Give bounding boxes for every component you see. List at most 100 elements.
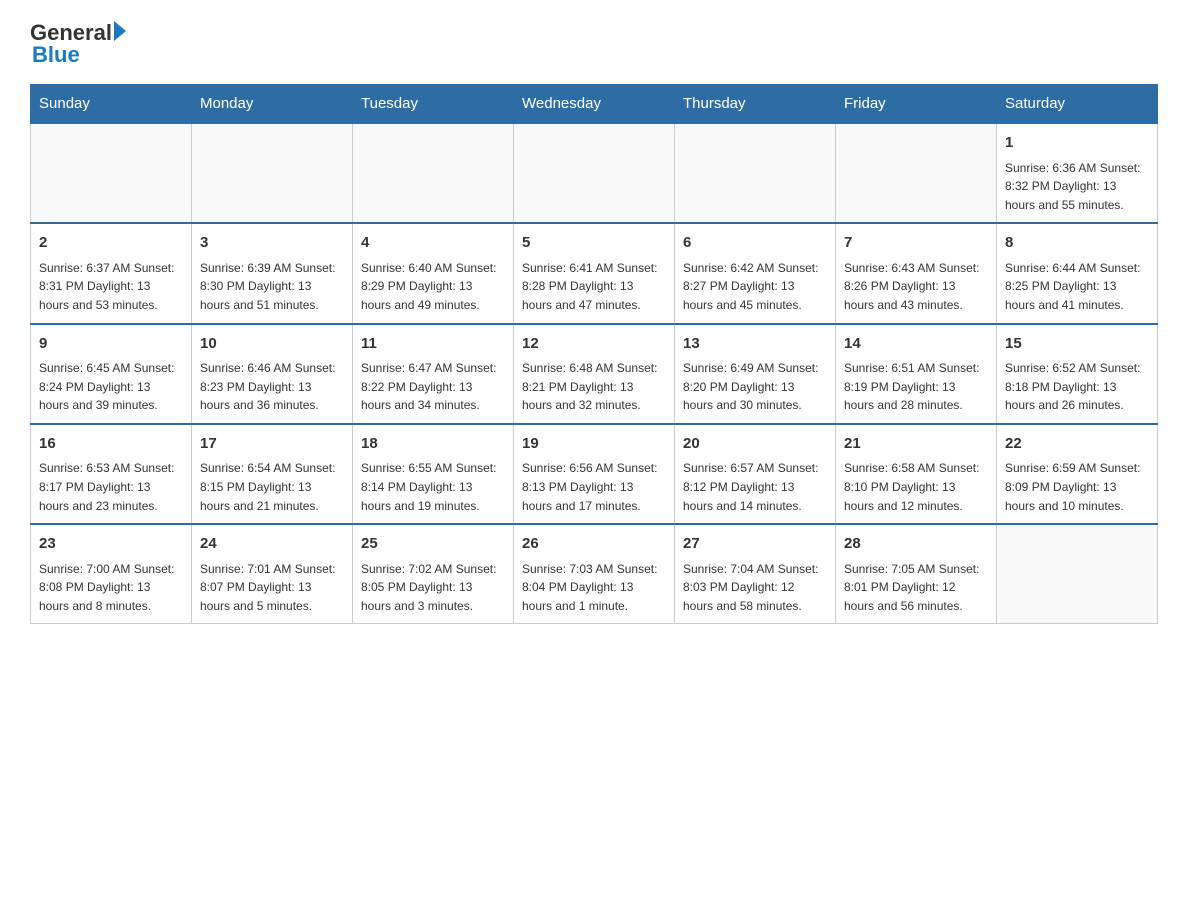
calendar-cell: 20 Sunrise: 6:57 AM Sunset: 8:12 PM Dayli… (675, 424, 836, 524)
day-number: 1 (1005, 132, 1149, 155)
calendar-cell: 5 Sunrise: 6:41 AM Sunset: 8:28 PM Daylig… (514, 223, 675, 323)
day-info: Sunrise: 6:54 AM Sunset: 8:15 PM Dayligh… (200, 459, 344, 515)
calendar-cell: 4 Sunrise: 6:40 AM Sunset: 8:29 PM Daylig… (353, 223, 514, 323)
logo-blue: Blue (32, 42, 80, 68)
day-info: Sunrise: 6:37 AM Sunset: 8:31 PM Dayligh… (39, 259, 183, 315)
day-of-week-header: Tuesday (353, 85, 514, 124)
day-info: Sunrise: 6:43 AM Sunset: 8:26 PM Dayligh… (844, 259, 988, 315)
day-info: Sunrise: 6:52 AM Sunset: 8:18 PM Dayligh… (1005, 359, 1149, 415)
calendar-cell (192, 123, 353, 223)
logo-arrow-icon (114, 21, 126, 41)
calendar-cell: 8 Sunrise: 6:44 AM Sunset: 8:25 PM Daylig… (997, 223, 1158, 323)
day-number: 25 (361, 533, 505, 556)
day-number: 20 (683, 433, 827, 456)
day-of-week-header: Friday (836, 85, 997, 124)
calendar-cell: 14Sunrise: 6:51 AM Sunset: 8:19 PM Dayli… (836, 324, 997, 424)
calendar-cell: 26Sunrise: 7:03 AM Sunset: 8:04 PM Dayli… (514, 524, 675, 624)
day-info: Sunrise: 6:41 AM Sunset: 8:28 PM Dayligh… (522, 259, 666, 315)
calendar-cell (675, 123, 836, 223)
day-number: 10 (200, 333, 344, 356)
day-of-week-header: Wednesday (514, 85, 675, 124)
day-number: 13 (683, 333, 827, 356)
day-number: 27 (683, 533, 827, 556)
calendar-cell: 10 Sunrise: 6:46 AM Sunset: 8:23 PM Dayli… (192, 324, 353, 424)
calendar-cell (353, 123, 514, 223)
calendar-cell: 3 Sunrise: 6:39 AM Sunset: 8:30 PM Daylig… (192, 223, 353, 323)
calendar-cell: 27 Sunrise: 7:04 AM Sunset: 8:03 PM Dayli… (675, 524, 836, 624)
day-info: Sunrise: 6:39 AM Sunset: 8:30 PM Dayligh… (200, 259, 344, 315)
day-number: 3 (200, 232, 344, 255)
calendar-cell: 1 Sunrise: 6:36 AM Sunset: 8:32 PM Daylig… (997, 123, 1158, 223)
day-number: 12 (522, 333, 666, 356)
calendar-cell: 22 Sunrise: 6:59 AM Sunset: 8:09 PM Dayli… (997, 424, 1158, 524)
day-info: Sunrise: 6:40 AM Sunset: 8:29 PM Dayligh… (361, 259, 505, 315)
logo: General Blue (30, 20, 126, 68)
day-info: Sunrise: 6:48 AM Sunset: 8:21 PM Dayligh… (522, 359, 666, 415)
day-info: Sunrise: 6:53 AM Sunset: 8:17 PM Dayligh… (39, 459, 183, 515)
calendar-cell: 2 Sunrise: 6:37 AM Sunset: 8:31 PM Daylig… (31, 223, 192, 323)
calendar-cell (514, 123, 675, 223)
calendar-cell: 19 Sunrise: 6:56 AM Sunset: 8:13 PM Dayli… (514, 424, 675, 524)
day-info: Sunrise: 6:42 AM Sunset: 8:27 PM Dayligh… (683, 259, 827, 315)
day-info: Sunrise: 6:44 AM Sunset: 8:25 PM Dayligh… (1005, 259, 1149, 315)
day-number: 23 (39, 533, 183, 556)
calendar-cell: 11 Sunrise: 6:47 AM Sunset: 8:22 PM Dayli… (353, 324, 514, 424)
calendar-table: SundayMondayTuesdayWednesdayThursdayFrid… (30, 84, 1158, 624)
day-number: 15 (1005, 333, 1149, 356)
day-of-week-header: Monday (192, 85, 353, 124)
calendar-cell: 6 Sunrise: 6:42 AM Sunset: 8:27 PM Daylig… (675, 223, 836, 323)
day-of-week-header: Sunday (31, 85, 192, 124)
calendar-cell: 17Sunrise: 6:54 AM Sunset: 8:15 PM Dayli… (192, 424, 353, 524)
day-info: Sunrise: 6:57 AM Sunset: 8:12 PM Dayligh… (683, 459, 827, 515)
day-number: 8 (1005, 232, 1149, 255)
day-of-week-header: Saturday (997, 85, 1158, 124)
calendar-cell: 28 Sunrise: 7:05 AM Sunset: 8:01 PM Dayli… (836, 524, 997, 624)
day-number: 28 (844, 533, 988, 556)
day-number: 5 (522, 232, 666, 255)
calendar-week-row: 23 Sunrise: 7:00 AM Sunset: 8:08 PM Dayli… (31, 524, 1158, 624)
day-number: 19 (522, 433, 666, 456)
day-info: Sunrise: 6:55 AM Sunset: 8:14 PM Dayligh… (361, 459, 505, 515)
calendar-cell: 13 Sunrise: 6:49 AM Sunset: 8:20 PM Dayli… (675, 324, 836, 424)
calendar-cell: 23 Sunrise: 7:00 AM Sunset: 8:08 PM Dayli… (31, 524, 192, 624)
day-info: Sunrise: 7:00 AM Sunset: 8:08 PM Dayligh… (39, 560, 183, 616)
day-number: 4 (361, 232, 505, 255)
day-info: Sunrise: 7:01 AM Sunset: 8:07 PM Dayligh… (200, 560, 344, 616)
calendar-week-row: 16 Sunrise: 6:53 AM Sunset: 8:17 PM Dayli… (31, 424, 1158, 524)
calendar-cell: 16 Sunrise: 6:53 AM Sunset: 8:17 PM Dayli… (31, 424, 192, 524)
calendar-cell: 18 Sunrise: 6:55 AM Sunset: 8:14 PM Dayli… (353, 424, 514, 524)
calendar-cell (997, 524, 1158, 624)
day-number: 21 (844, 433, 988, 456)
day-info: Sunrise: 6:46 AM Sunset: 8:23 PM Dayligh… (200, 359, 344, 415)
day-number: 24 (200, 533, 344, 556)
day-number: 7 (844, 232, 988, 255)
calendar-cell: 21Sunrise: 6:58 AM Sunset: 8:10 PM Dayli… (836, 424, 997, 524)
day-number: 16 (39, 433, 183, 456)
day-number: 18 (361, 433, 505, 456)
page-header: General Blue (30, 20, 1158, 68)
day-of-week-header: Thursday (675, 85, 836, 124)
day-info: Sunrise: 7:03 AM Sunset: 8:04 PM Dayligh… (522, 560, 666, 616)
day-info: Sunrise: 6:49 AM Sunset: 8:20 PM Dayligh… (683, 359, 827, 415)
day-number: 22 (1005, 433, 1149, 456)
calendar-week-row: 2 Sunrise: 6:37 AM Sunset: 8:31 PM Daylig… (31, 223, 1158, 323)
calendar-header-row: SundayMondayTuesdayWednesdayThursdayFrid… (31, 85, 1158, 124)
calendar-cell: 15 Sunrise: 6:52 AM Sunset: 8:18 PM Dayli… (997, 324, 1158, 424)
calendar-cell (836, 123, 997, 223)
day-info: Sunrise: 6:56 AM Sunset: 8:13 PM Dayligh… (522, 459, 666, 515)
calendar-cell: 24 Sunrise: 7:01 AM Sunset: 8:07 PM Dayli… (192, 524, 353, 624)
day-number: 2 (39, 232, 183, 255)
day-info: Sunrise: 6:36 AM Sunset: 8:32 PM Dayligh… (1005, 159, 1149, 215)
day-number: 6 (683, 232, 827, 255)
day-number: 11 (361, 333, 505, 356)
day-info: Sunrise: 6:59 AM Sunset: 8:09 PM Dayligh… (1005, 459, 1149, 515)
day-info: Sunrise: 6:45 AM Sunset: 8:24 PM Dayligh… (39, 359, 183, 415)
day-info: Sunrise: 7:02 AM Sunset: 8:05 PM Dayligh… (361, 560, 505, 616)
day-info: Sunrise: 7:04 AM Sunset: 8:03 PM Dayligh… (683, 560, 827, 616)
day-info: Sunrise: 6:51 AM Sunset: 8:19 PM Dayligh… (844, 359, 988, 415)
day-info: Sunrise: 6:47 AM Sunset: 8:22 PM Dayligh… (361, 359, 505, 415)
day-info: Sunrise: 7:05 AM Sunset: 8:01 PM Dayligh… (844, 560, 988, 616)
calendar-cell: 12 Sunrise: 6:48 AM Sunset: 8:21 PM Dayli… (514, 324, 675, 424)
calendar-week-row: 1 Sunrise: 6:36 AM Sunset: 8:32 PM Daylig… (31, 123, 1158, 223)
calendar-week-row: 9Sunrise: 6:45 AM Sunset: 8:24 PM Daylig… (31, 324, 1158, 424)
